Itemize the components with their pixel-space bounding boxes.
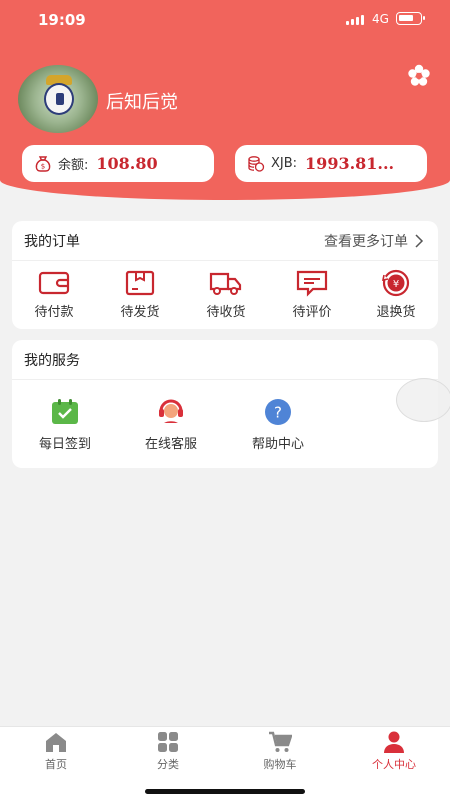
order-label: 待付款 [34, 305, 74, 320]
balance-label: 余额: [58, 158, 89, 173]
refund-icon: ¥ [381, 269, 410, 297]
home-icon [46, 733, 66, 752]
orders-card: 我的订单 查看更多订单 待付款 待发货 待收货 待评价 ¥ 退换货 [12, 221, 438, 329]
xjb-label: XJB: [271, 156, 298, 171]
comment-icon [296, 270, 328, 297]
headset-icon [159, 399, 183, 423]
help-icon: ? [265, 399, 291, 425]
real-madrid-crest-icon [44, 83, 74, 115]
tab-label: 首页 [45, 758, 67, 771]
service-label: 每日签到 [38, 437, 91, 452]
truck-icon [209, 272, 242, 295]
svg-text:?: ? [274, 404, 282, 422]
svg-text:$: $ [41, 162, 45, 170]
order-status-row: 待付款 待发货 待收货 待评价 ¥ 退换货 [12, 269, 438, 321]
tab-label: 分类 [157, 758, 179, 771]
order-returns[interactable]: ¥ 退换货 [364, 269, 428, 320]
home-indicator [145, 789, 305, 794]
xjb-card[interactable]: XJB: 1993.81... [235, 145, 427, 182]
order-pending-shipment[interactable]: 待发货 [108, 269, 172, 320]
services-header: 我的服务 [12, 340, 438, 380]
svg-text:¥: ¥ [393, 279, 399, 290]
orders-title: 我的订单 [24, 233, 80, 250]
service-online-support[interactable]: 在线客服 [126, 398, 216, 452]
order-pending-review[interactable]: 待评价 [280, 269, 344, 320]
services-row: 每日签到 在线客服 ? 帮助中心 [12, 398, 438, 458]
network-type: 4G [372, 12, 389, 26]
wallet-icon [38, 271, 70, 295]
tab-label: 个人中心 [372, 758, 416, 771]
tab-profile[interactable]: 个人中心 [354, 731, 434, 772]
money-bag-icon: $ [35, 155, 51, 172]
orders-header: 我的订单 查看更多订单 [12, 221, 438, 261]
floating-assistive-ball[interactable] [396, 378, 450, 422]
service-daily-checkin[interactable]: 每日签到 [20, 398, 110, 452]
service-label: 在线客服 [144, 437, 197, 452]
tab-cart[interactable]: 购物车 [240, 731, 320, 772]
grid-icon [158, 732, 178, 752]
chevron-right-icon [415, 233, 424, 248]
coins-stack-icon [248, 155, 265, 172]
status-time: 19:09 [38, 11, 86, 29]
tab-home[interactable]: 首页 [16, 731, 96, 772]
service-label: 帮助中心 [251, 437, 304, 452]
tab-label: 购物车 [263, 758, 297, 771]
username[interactable]: 后知后觉 [106, 88, 178, 114]
order-label: 退换货 [376, 305, 416, 320]
services-card: 我的服务 每日签到 在线客服 ? 帮助中心 [12, 340, 438, 468]
service-help-center[interactable]: ? 帮助中心 [233, 398, 323, 452]
calendar-check-icon [52, 399, 78, 424]
tab-category[interactable]: 分类 [128, 731, 208, 772]
order-label: 待评价 [292, 305, 332, 320]
avatar[interactable] [18, 65, 98, 133]
battery-icon [396, 12, 425, 25]
balance-value: 108.80 [96, 154, 158, 173]
signal-icon [346, 15, 364, 25]
order-pending-receipt[interactable]: 待收货 [194, 269, 258, 320]
order-pending-payment[interactable]: 待付款 [22, 269, 86, 320]
status-bar: 19:09 4G [0, 0, 450, 40]
services-title: 我的服务 [24, 352, 80, 369]
order-label: 待发货 [120, 305, 160, 320]
view-more-orders-link[interactable]: 查看更多订单 [324, 231, 424, 251]
view-more-orders-label: 查看更多订单 [324, 233, 408, 250]
xjb-value: 1993.81... [305, 154, 395, 173]
cart-icon [269, 731, 292, 752]
settings-flower-icon[interactable] [407, 64, 431, 88]
order-label: 待收货 [206, 305, 246, 320]
person-icon [384, 731, 404, 753]
balance-card[interactable]: $ 余额: 108.80 [22, 145, 214, 182]
package-icon [125, 270, 155, 296]
